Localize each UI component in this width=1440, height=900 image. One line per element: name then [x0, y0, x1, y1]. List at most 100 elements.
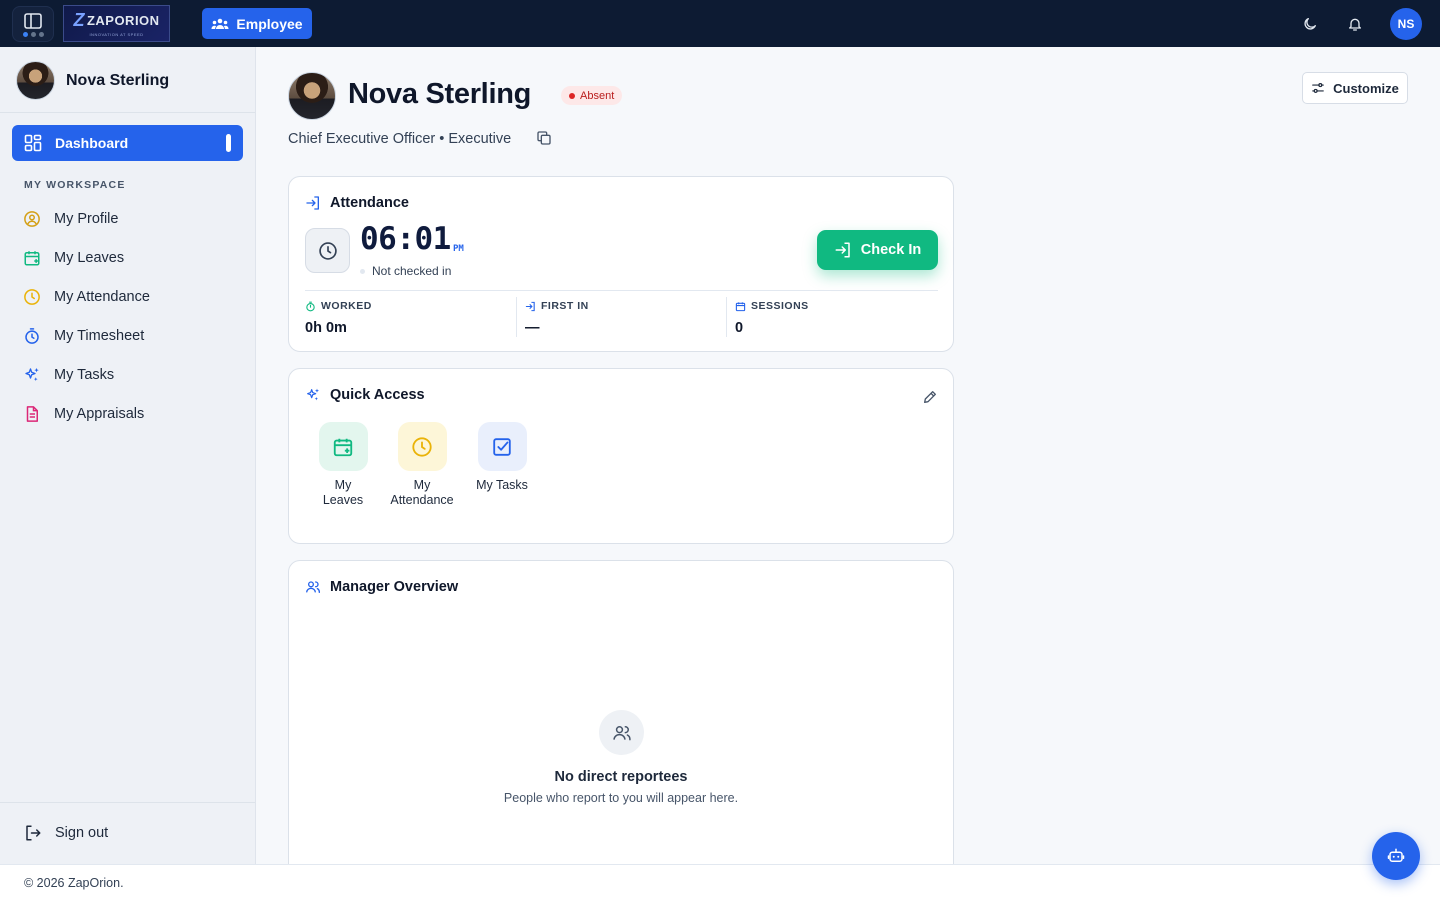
sidebar-item-my-profile[interactable]: My Profile: [23, 210, 118, 228]
logo-tagline: INNOVATION AT SPEED: [89, 32, 144, 37]
profile-name: Nova Sterling: [348, 78, 532, 110]
stopwatch-icon: [306, 301, 315, 311]
quick-access-title-label: Quick Access: [330, 387, 425, 403]
stat-separator: [516, 297, 517, 337]
status-badge-label: Absent: [580, 89, 615, 102]
zaporion-logo[interactable]: Z ZAPORION INNOVATION AT SPEED: [63, 5, 170, 42]
edit-quick-access-button[interactable]: [922, 389, 938, 405]
login-arrow-icon: [525, 301, 535, 311]
sparkles-icon: [307, 388, 319, 401]
stat-separator: [726, 297, 727, 337]
sidebar-item-label: My Timesheet: [54, 328, 145, 344]
bell-icon: [1349, 18, 1361, 31]
clock-tile: [305, 228, 350, 273]
status-dot: [569, 92, 575, 99]
sidebar-item-label: Dashboard: [55, 135, 129, 151]
attendance-divider: [305, 290, 938, 291]
quick-access-label: My Attendance: [390, 478, 454, 507]
login-arrow-icon: [306, 196, 319, 210]
pencil-icon: [924, 391, 936, 403]
profile-subtitle: Chief Executive Officer • Executive: [288, 131, 512, 147]
bot-icon: [1387, 848, 1405, 862]
sidebar-user-name: Nova Sterling: [66, 71, 170, 89]
stat-value: —: [525, 320, 540, 336]
logout-icon: [26, 825, 41, 841]
clock-icon: [397, 422, 447, 471]
status-dot: [360, 268, 365, 274]
profile-photo: [288, 72, 336, 120]
nav-section-label: MY WORKSPACE: [24, 179, 126, 191]
workspace-dots: [23, 32, 44, 37]
customize-button[interactable]: Customize: [1302, 72, 1408, 104]
user-circle-icon: [23, 210, 41, 228]
quick-access-my-leaves[interactable]: My Leaves: [303, 422, 383, 508]
stat-value: 0h 0m: [305, 320, 347, 336]
sparkles-icon: [23, 366, 41, 384]
quick-access-title: Quick Access: [305, 387, 425, 403]
calendar-plus-icon: [318, 422, 368, 471]
quick-access-label: My Leaves: [322, 478, 364, 507]
users-group-icon: [211, 18, 229, 29]
notifications-button[interactable]: [1345, 14, 1365, 34]
top-bar: Z ZAPORION INNOVATION AT SPEED Employee N…: [0, 0, 1440, 47]
sidebar-toggle-button[interactable]: [12, 6, 54, 42]
quick-access-my-tasks[interactable]: My Tasks: [462, 422, 542, 493]
sidebar-item-label: My Tasks: [54, 367, 115, 383]
sliders-icon: [1312, 83, 1324, 93]
quick-access-my-attendance[interactable]: My Attendance: [382, 422, 462, 508]
assistant-bot-button[interactable]: [1372, 832, 1420, 880]
role-button-label: Employee: [236, 15, 303, 32]
sidebar-item-dashboard[interactable]: Dashboard: [12, 125, 243, 161]
calendar-clock-icon: [735, 301, 746, 311]
copy-icon: [537, 131, 551, 145]
dashboard-grid-icon: [24, 134, 42, 152]
stat-label: FIRST IN: [541, 300, 589, 312]
attendance-card: Attendance 06:01 PM Not checked in Check…: [288, 176, 954, 352]
active-indicator: [226, 134, 231, 152]
moon-icon: [1304, 18, 1316, 30]
empty-state-illustration: [599, 710, 644, 755]
sidebar-item-my-leaves[interactable]: My Leaves: [23, 249, 124, 267]
stat-worked: WORKED 0h 0m: [305, 300, 372, 336]
stat-first-in: FIRST IN —: [525, 300, 589, 336]
status-badge: Absent: [561, 86, 623, 105]
sign-out-button[interactable]: Sign out: [24, 824, 108, 842]
user-photo: [16, 61, 55, 100]
document-icon: [23, 405, 41, 423]
copyright-text: © 2026 ZapOrion.: [24, 876, 124, 890]
check-in-button[interactable]: Check In: [817, 230, 938, 270]
sidebar-item-my-appraisals[interactable]: My Appraisals: [23, 405, 144, 423]
empty-state-subtitle: People who report to you will appear her…: [503, 791, 739, 805]
sidebar-item-my-tasks[interactable]: My Tasks: [23, 366, 114, 384]
users-icon: [612, 725, 631, 740]
logo-brand: Z ZAPORION: [73, 10, 160, 30]
calendar-plus-icon: [23, 249, 41, 267]
sidebar: Nova Sterling Dashboard MY WORKSPACE My …: [0, 47, 256, 864]
manager-overview-title: Manager Overview: [305, 579, 458, 595]
users-icon: [306, 581, 320, 593]
stat-label: SESSIONS: [751, 300, 809, 312]
sidebar-panel-icon: [24, 13, 42, 29]
quick-access-label: My Tasks: [476, 478, 528, 492]
login-arrow-icon: [835, 242, 850, 258]
sidebar-user[interactable]: Nova Sterling: [16, 61, 169, 100]
quick-access-card: Quick Access My Leaves My Attendance My …: [288, 368, 954, 544]
checkin-status-label: Not checked in: [372, 264, 452, 278]
sidebar-item-my-attendance[interactable]: My Attendance: [23, 288, 150, 306]
stat-label: WORKED: [321, 300, 372, 312]
user-avatar-button[interactable]: NS: [1390, 8, 1422, 40]
manager-overview-title-label: Manager Overview: [330, 579, 459, 595]
manager-overview-card: Manager Overview No direct reportees Peo…: [288, 560, 954, 880]
sidebar-item-my-timesheet[interactable]: My Timesheet: [23, 327, 144, 345]
current-time: 06:01: [360, 221, 451, 257]
sidebar-divider: [0, 802, 255, 803]
sidebar-item-label: My Appraisals: [54, 406, 145, 422]
sidebar-item-label: My Leaves: [54, 250, 125, 266]
sidebar-item-label: My Attendance: [54, 289, 150, 305]
copy-button[interactable]: [536, 130, 552, 146]
employee-role-button[interactable]: Employee: [202, 8, 312, 39]
sign-out-label: Sign out: [55, 825, 109, 841]
theme-toggle-button[interactable]: [1300, 14, 1320, 34]
checkin-status: Not checked in: [360, 264, 451, 278]
clock-icon: [318, 241, 337, 260]
